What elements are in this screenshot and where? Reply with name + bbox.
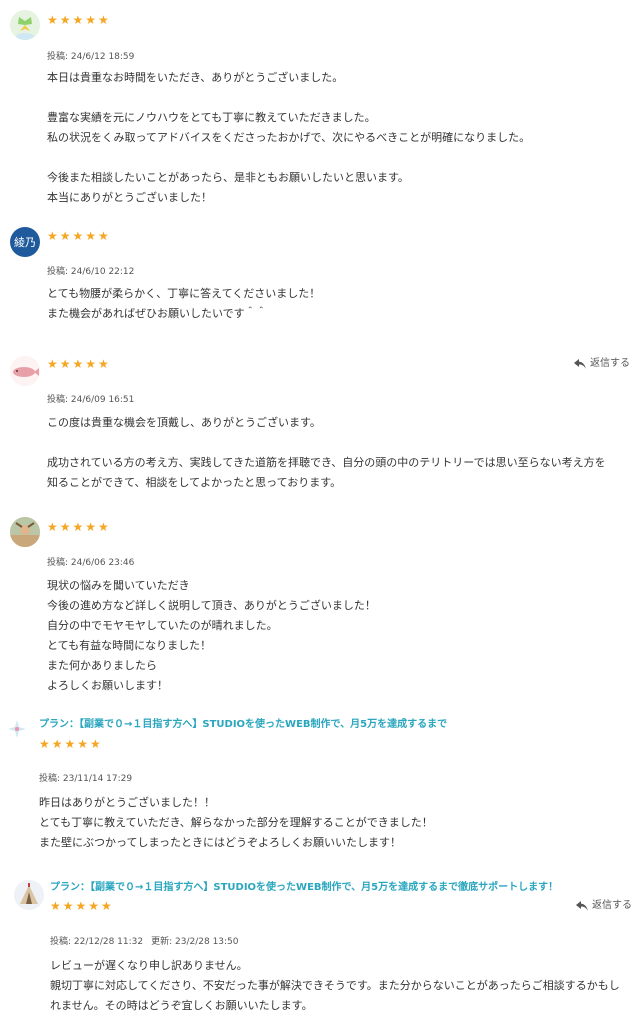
avatar[interactable] xyxy=(10,356,40,386)
reply-arrow-icon xyxy=(574,359,586,369)
review-line: この度は貴重な機会を頂戴し、ありがとうございます。 xyxy=(47,416,321,429)
review-line: 今後また相談したいことがあったら、是非ともお願いしたいと思います。 xyxy=(47,171,409,184)
review-line: とても有益な時間になりました！ xyxy=(47,639,212,652)
rating-stars: ★★★★★ xyxy=(47,13,111,27)
review-line: 親切丁寧に対応してくださり、不安だった事が解決できそうです。また分からないことが… xyxy=(50,979,620,992)
review-line: 本当にありがとうございました！ xyxy=(47,191,212,204)
review-line: とても物腰が柔らかく、丁寧に答えてくださいました！ xyxy=(47,287,321,300)
flower-icon xyxy=(8,720,26,738)
avatar[interactable] xyxy=(6,718,28,740)
post-date: 投稿: 24/6/12 18:59 xyxy=(47,51,134,63)
photo-avatar-icon xyxy=(10,517,40,547)
review-line xyxy=(47,88,635,108)
review-line: 豊富な実績を元にノウハウをとても丁寧に教えていただきました。 xyxy=(47,111,376,124)
review-text: とても物腰が柔らかく、丁寧に答えてくださいました！ また機会があればぜひお願いし… xyxy=(47,284,635,324)
rating-stars: ★★★★★ xyxy=(47,357,111,371)
posted-date: 投稿: 22/12/28 11:32 xyxy=(50,937,144,947)
rating-stars: ★★★★★ xyxy=(47,520,111,534)
butterfly-icon xyxy=(10,10,40,40)
post-date: 投稿: 23/11/14 17:29 xyxy=(39,773,132,785)
rating-stars: ★★★★★ xyxy=(39,737,103,751)
reply-button[interactable]: 返信する xyxy=(576,899,632,913)
avatar[interactable] xyxy=(10,517,40,547)
posted-date: 投稿: 23/11/14 17:29 xyxy=(39,774,133,784)
post-date: 投稿: 24/6/10 22:12 xyxy=(47,266,134,278)
post-date: 投稿: 24/6/09 16:51 xyxy=(47,394,134,406)
review-line: また壁にぶつかってしまったときにはどうぞよろしくお願いいたします！ xyxy=(39,836,402,849)
reply-arrow-icon xyxy=(576,901,588,911)
review-line: 昨日はありがとうございました！！ xyxy=(39,796,215,809)
posted-date: 投稿: 24/6/09 16:51 xyxy=(47,395,135,405)
post-date: 投稿: 22/12/28 11:32 更新: 23/2/28 13:50 xyxy=(50,936,239,948)
fish-icon xyxy=(10,356,40,386)
avatar[interactable] xyxy=(10,10,40,40)
reply-label: 返信する xyxy=(590,358,630,369)
review-text: この度は貴重な機会を頂戴し、ありがとうございます。 成功されている方の考え方、実… xyxy=(47,413,635,493)
review-text: 昨日はありがとうございました！！ とても丁寧に教えていただき、解らなかった部分を… xyxy=(39,793,627,853)
posted-date: 投稿: 24/6/06 23:46 xyxy=(47,558,135,568)
avatar-initials: 綾乃 xyxy=(14,236,36,249)
posted-date: 投稿: 24/6/10 22:12 xyxy=(47,267,135,277)
review-line xyxy=(47,433,635,453)
review-line xyxy=(47,148,635,168)
rating-stars: ★★★★★ xyxy=(50,899,114,913)
plan-link[interactable]: プラン：【副業で０→１目指す方へ】STUDIOを使ったWEB制作で、月5万を達成… xyxy=(39,718,448,732)
review-text: 本日は貴重なお時間をいただき、ありがとうございました。 豊富な実績を元にノウハウ… xyxy=(47,68,635,208)
review-line: 知ることができて、相談をしてよかったと思っております。 xyxy=(47,476,342,489)
plan-link[interactable]: プラン：【副業で０→１目指す方へ】STUDIOを使ったWEB制作で、月5万を達成… xyxy=(50,881,590,895)
review-line: よろしくお願いします！ xyxy=(47,679,168,692)
review-line: レビューが遅くなり申し訳ありません。 xyxy=(50,959,248,972)
rating-stars: ★★★★★ xyxy=(47,229,111,243)
review-line: 現状の悩みを聞いていただき xyxy=(47,579,190,592)
posted-date: 投稿: 24/6/12 18:59 xyxy=(47,52,135,62)
review-line: 自分の中でモヤモヤしていたのが晴れました。 xyxy=(47,619,278,632)
updated-date: 更新: 23/2/28 13:50 xyxy=(151,937,239,947)
avatar[interactable]: 綾乃 xyxy=(10,227,40,257)
reply-label: 返信する xyxy=(592,900,632,911)
review-line: また何かありましたら xyxy=(47,659,157,672)
review-line: 成功されている方の考え方、実践してきた道筋を拝聴でき、自分の頭の中のテリトリーで… xyxy=(47,456,606,469)
review-line: 今後の進め方など詳しく説明して頂き、ありがとうございました！ xyxy=(47,599,376,612)
review-text: レビューが遅くなり申し訳ありません。 親切丁寧に対応してくださり、不安だった事が… xyxy=(50,956,635,1016)
tent-icon xyxy=(14,880,44,910)
review-line: 本日は貴重なお時間をいただき、ありがとうございました。 xyxy=(47,71,344,84)
review-line: また機会があればぜひお願いしたいです＾＾ xyxy=(47,307,267,320)
post-date: 投稿: 24/6/06 23:46 xyxy=(47,557,134,569)
avatar[interactable] xyxy=(14,880,44,910)
review-line: れません。その時はどうぞ宜しくお願いいたします。 xyxy=(50,999,313,1012)
review-line: とても丁寧に教えていただき、解らなかった部分を理解することができました！ xyxy=(39,816,433,829)
review-text: 現状の悩みを聞いていただき 今後の進め方など詳しく説明して頂き、ありがとうござい… xyxy=(47,576,635,696)
review-line: 私の状況をくみ取ってアドバイスをくださったおかげで、次にやるべきことが明確になり… xyxy=(47,131,531,144)
reply-button[interactable]: 返信する xyxy=(574,357,630,371)
